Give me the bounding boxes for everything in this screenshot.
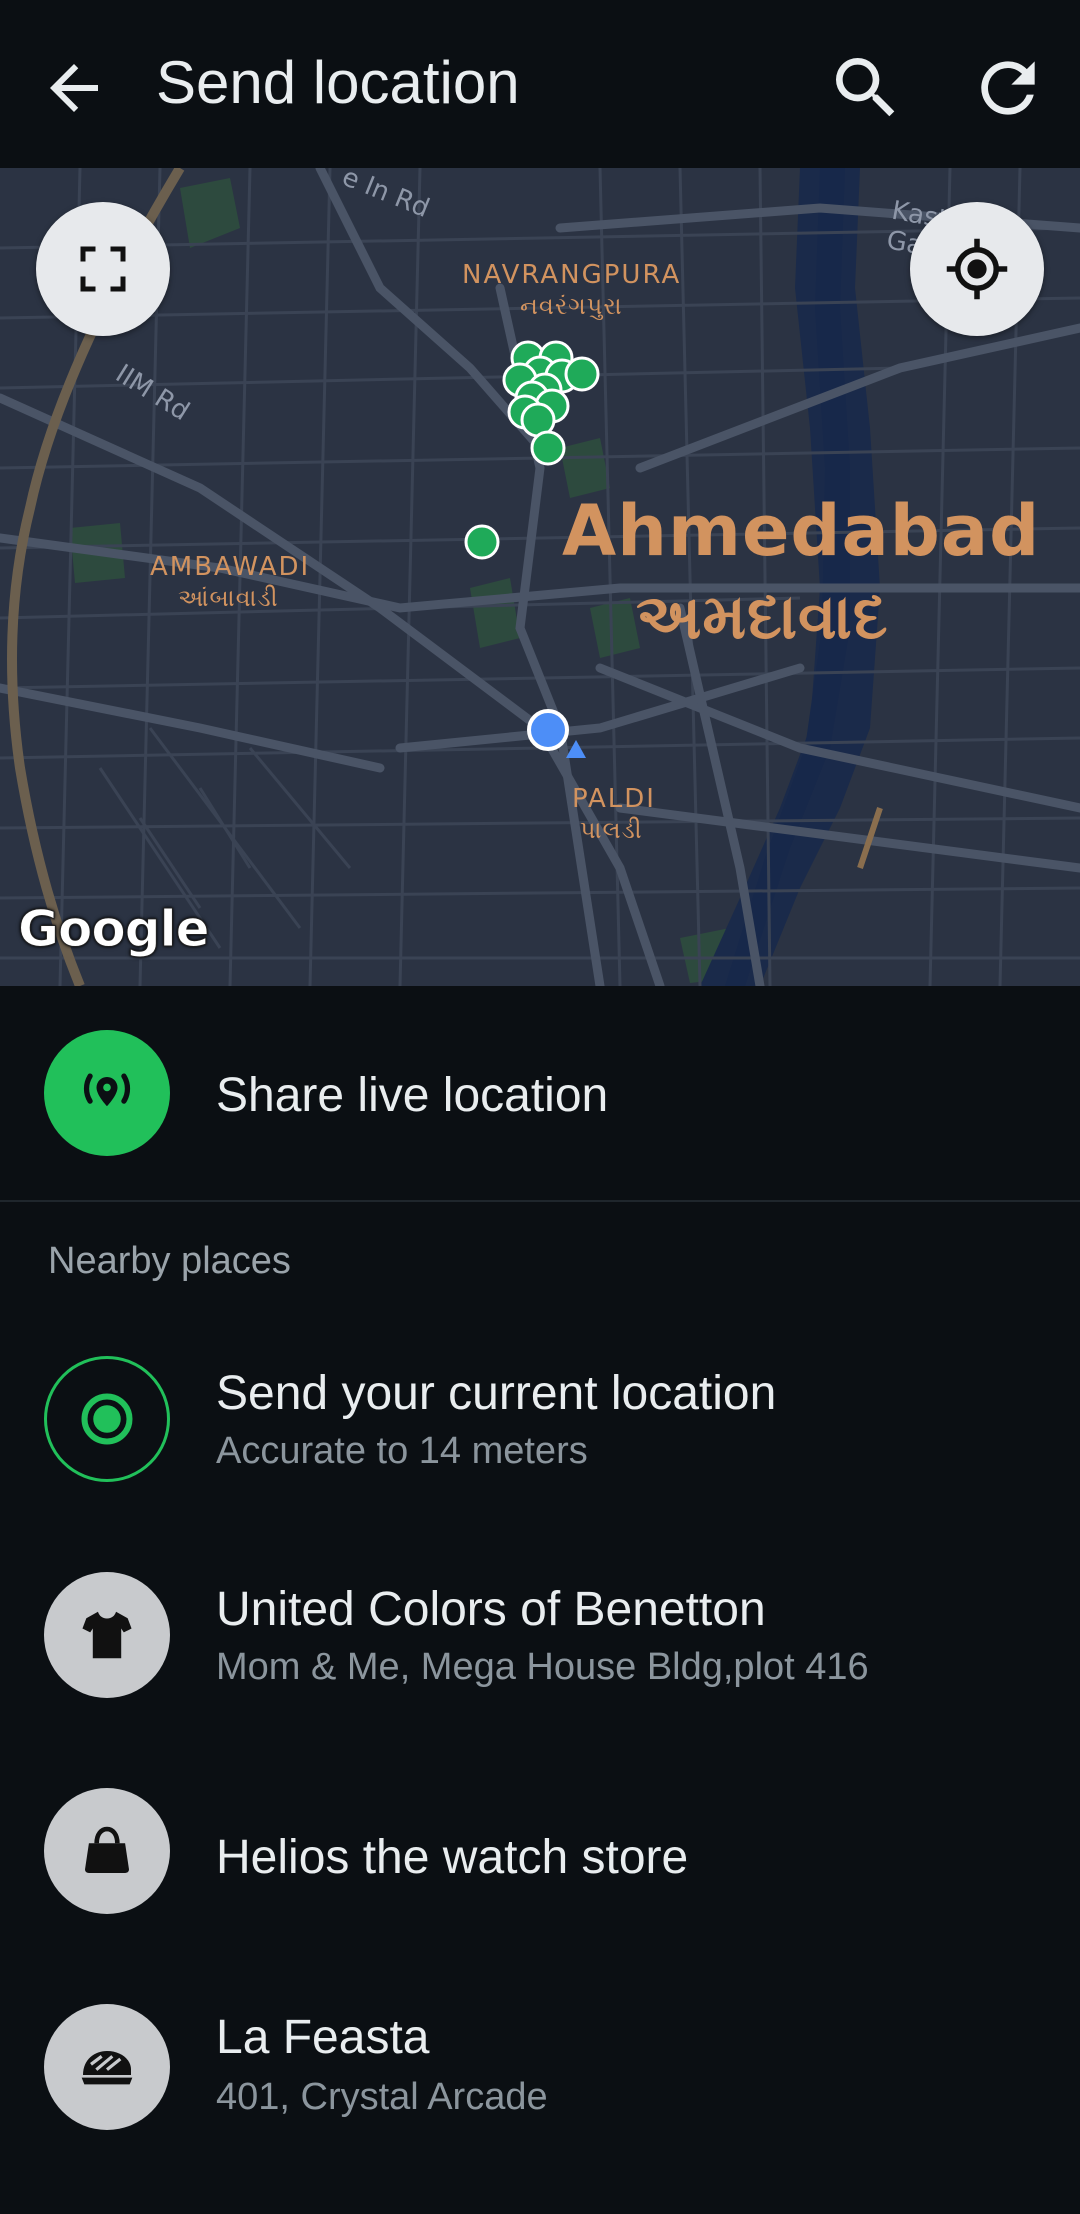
list-item[interactable]: Helios the watch store [0,1750,1080,1950]
handbag-icon [44,1788,170,1914]
map-label-navrangpura: NAVRANGPURA [462,260,682,290]
page-title: Send location [156,49,520,116]
tshirt-icon [44,1572,170,1698]
send-current-location-row[interactable]: Send your current location Accurate to 1… [0,1318,1080,1518]
google-attribution: Google [18,900,211,959]
map-label-ambawadi: AMBAWADI [150,552,311,582]
current-location-accuracy: Accurate to 14 meters [216,1430,588,1472]
map-label-paldi-gu: પાલડી [580,816,643,844]
live-location-icon [44,1030,170,1156]
refresh-button[interactable] [968,48,1048,128]
place-address: 401, Crystal Arcade [216,2076,548,2118]
place-address: Mom & Me, Mega House Bldg,plot 416 [216,1646,869,1688]
list-item[interactable]: La Feasta 401, Crystal Arcade [0,1966,1080,2166]
map-view[interactable]: NAVRANGPURA નવરંગપુરા AMBAWADI આંબાવાડી … [0,168,1080,986]
map-label-paldi: PALDI [572,784,656,814]
my-location-button[interactable] [910,202,1044,336]
arrow-left-icon [50,64,98,112]
current-location-title: Send your current location [216,1367,777,1420]
nearby-places-header: Nearby places [48,1240,291,1282]
fullscreen-icon [80,246,126,292]
refresh-icon [981,61,1035,115]
back-button[interactable] [38,52,110,124]
search-icon [836,58,895,117]
fullscreen-button[interactable] [36,202,170,336]
map-label-ahmedabad: Ahmedabad [562,490,1041,572]
map-label-ahmedabad-gu: અમદાવાદ [636,580,889,653]
place-title: La Feasta [216,2011,430,2064]
search-button[interactable] [826,48,906,128]
map-label-ambawadi-gu: આંબાવાડી [178,584,279,612]
current-location-icon [44,1356,170,1482]
my-location-icon [946,238,1008,300]
share-live-location-row[interactable]: Share live location [0,986,1080,1202]
share-live-location-label: Share live location [216,1069,609,1122]
app-bar: Send location [0,0,1080,168]
map-label-navrangpura-gu: નવરંગપુરા [520,292,623,320]
food-icon [44,2004,170,2130]
place-title: United Colors of Benetton [216,1583,766,1636]
list-item[interactable]: United Colors of Benetton Mom & Me, Mega… [0,1534,1080,1734]
place-title: Helios the watch store [216,1831,689,1884]
